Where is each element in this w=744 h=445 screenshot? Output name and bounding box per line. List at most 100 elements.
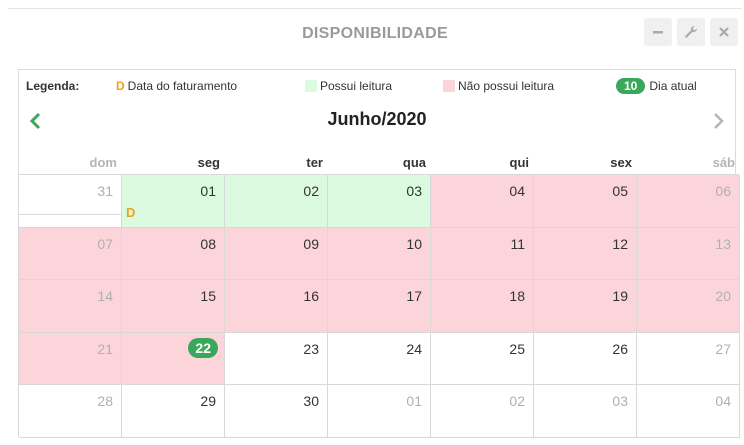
day-number: 28 bbox=[97, 393, 113, 410]
day-cell[interactable]: 18 bbox=[431, 280, 534, 333]
day-cell[interactable]: 07 bbox=[19, 227, 122, 281]
day-cell[interactable]: 28 bbox=[19, 385, 122, 438]
day-number: 24 bbox=[406, 340, 422, 357]
day-number: 07 bbox=[97, 235, 113, 252]
day-number: 12 bbox=[612, 235, 628, 252]
day-number: 21 bbox=[97, 340, 113, 357]
day-cell[interactable]: 21 bbox=[19, 332, 122, 386]
day-number: 03 bbox=[612, 393, 628, 410]
day-number: 06 bbox=[715, 183, 731, 199]
weekday-3: qua bbox=[402, 155, 426, 170]
day-number: 19 bbox=[612, 288, 628, 305]
day-number: 25 bbox=[509, 340, 525, 357]
window-header: DISPONIBILIDADE bbox=[8, 8, 742, 58]
day-number: 11 bbox=[510, 235, 525, 252]
day-number: 29 bbox=[200, 393, 216, 410]
day-number: 16 bbox=[303, 288, 319, 305]
day-cell[interactable]: 17 bbox=[328, 280, 431, 333]
window-title: DISPONIBILIDADE bbox=[302, 25, 448, 42]
minus-icon bbox=[653, 31, 663, 34]
legend-no-reading: Não possui leitura bbox=[443, 78, 554, 94]
day-cell[interactable]: 11 bbox=[431, 227, 534, 281]
close-button[interactable] bbox=[710, 18, 738, 46]
weekday-1: seg bbox=[197, 155, 220, 170]
day-number: 20 bbox=[715, 288, 731, 305]
day-number: 05 bbox=[612, 183, 628, 199]
day-number: 09 bbox=[303, 235, 319, 252]
legend-has-reading: Possui leitura bbox=[305, 78, 392, 94]
weekday-0: dom bbox=[89, 155, 117, 170]
day-number: 17 bbox=[406, 288, 422, 305]
day-cell[interactable]: 01 bbox=[328, 385, 431, 438]
day-number: 02 bbox=[303, 183, 319, 199]
chevron-right-icon bbox=[714, 113, 724, 129]
day-number: 15 bbox=[200, 288, 216, 305]
day-cell[interactable]: 06 bbox=[637, 175, 740, 228]
day-cell[interactable]: 15 bbox=[122, 280, 225, 333]
day-cell[interactable]: 29 bbox=[122, 385, 225, 438]
legend-has-reading-label: Possui leitura bbox=[320, 79, 393, 93]
day-number: 10 bbox=[406, 235, 422, 252]
day-number: 08 bbox=[200, 235, 216, 252]
month-nav: Junho/2020 bbox=[18, 104, 736, 138]
day-cell[interactable]: 16 bbox=[225, 280, 328, 333]
day-cell[interactable]: 26 bbox=[534, 332, 637, 386]
weekday-2: ter bbox=[306, 155, 323, 170]
day-cell[interactable]: 01 D bbox=[122, 175, 225, 228]
minimize-button[interactable] bbox=[644, 18, 672, 46]
day-cell[interactable]: 24 bbox=[328, 332, 431, 386]
weekday-6: sáb bbox=[712, 155, 735, 170]
day-cell[interactable]: 10 bbox=[328, 227, 431, 281]
day-cell[interactable]: 04 bbox=[431, 175, 534, 228]
day-cell[interactable]: 27 bbox=[637, 332, 740, 386]
weekday-5: sex bbox=[610, 155, 632, 170]
day-number: 30 bbox=[303, 393, 319, 410]
day-number: 02 bbox=[509, 393, 525, 410]
day-number: 18 bbox=[509, 288, 525, 305]
day-cell[interactable]: 02 bbox=[431, 385, 534, 438]
day-number: 23 bbox=[303, 340, 319, 357]
day-cell[interactable]: 08 bbox=[122, 227, 225, 281]
day-number: 04 bbox=[715, 393, 731, 410]
no-reading-swatch bbox=[443, 80, 455, 92]
day-cell[interactable]: 20 bbox=[637, 280, 740, 333]
has-reading-swatch bbox=[305, 80, 317, 92]
day-number: 01 bbox=[200, 183, 216, 199]
day-number: 01 bbox=[406, 393, 422, 410]
day-number: 14 bbox=[97, 288, 113, 305]
legend-today-label: Dia atual bbox=[649, 79, 697, 93]
today-badge: 10 bbox=[616, 78, 646, 94]
day-number: 03 bbox=[406, 183, 422, 199]
settings-button[interactable] bbox=[677, 18, 705, 46]
day-number: 27 bbox=[715, 340, 731, 357]
legend-today: 10 Dia atual bbox=[616, 78, 697, 94]
legend-no-reading-label: Não possui leitura bbox=[458, 79, 555, 93]
day-cell[interactable]: 03 bbox=[328, 175, 431, 228]
day-cell[interactable]: 14 bbox=[19, 280, 122, 333]
day-cell[interactable]: 12 bbox=[534, 227, 637, 281]
close-icon bbox=[719, 27, 729, 37]
weekday-header: dom seg ter qua qui sex sáb bbox=[18, 155, 739, 173]
legend-title: Legenda: bbox=[26, 79, 80, 93]
day-cell[interactable]: 30 bbox=[225, 385, 328, 438]
next-month-button[interactable] bbox=[708, 110, 728, 132]
day-cell[interactable]: 05 bbox=[534, 175, 637, 228]
billing-marker: D bbox=[116, 79, 125, 93]
weekday-4: qui bbox=[509, 155, 530, 170]
day-cell[interactable]: 23 bbox=[225, 332, 328, 386]
wrench-icon bbox=[685, 26, 697, 38]
billing-marker: D bbox=[126, 205, 136, 220]
day-cell[interactable]: 19 bbox=[534, 280, 637, 333]
day-cell[interactable]: 03 bbox=[534, 385, 637, 438]
day-cell[interactable]: 22 bbox=[122, 332, 225, 386]
day-number: 04 bbox=[509, 183, 525, 199]
day-cell[interactable]: 04 bbox=[637, 385, 740, 438]
legend-billing-label: Data do faturamento bbox=[127, 79, 238, 93]
day-cell[interactable]: 25 bbox=[431, 332, 534, 386]
day-cell[interactable]: 09 bbox=[225, 227, 328, 281]
day-cell[interactable]: 13 bbox=[637, 227, 740, 281]
day-cell[interactable]: 31 bbox=[19, 175, 122, 228]
day-number: 13 bbox=[715, 235, 731, 252]
day-cell[interactable]: 02 bbox=[225, 175, 328, 228]
month-label: Junho/2020 bbox=[327, 109, 427, 129]
